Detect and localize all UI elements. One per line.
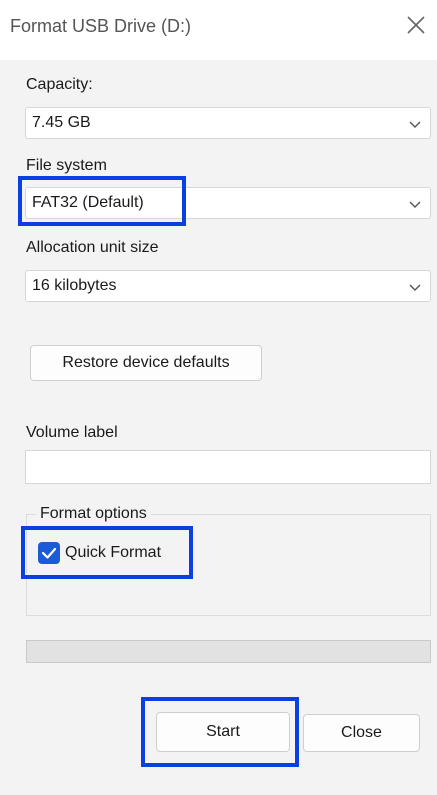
- quick-format-checkbox[interactable]: [38, 542, 60, 564]
- file-system-value: FAT32 (Default): [32, 194, 144, 211]
- restore-defaults-button[interactable]: Restore device defaults: [30, 345, 262, 381]
- format-options-title: Format options: [36, 505, 151, 523]
- checkmark-icon: [41, 547, 57, 559]
- allocation-label: Allocation unit size: [26, 239, 159, 256]
- format-progress-bar: [26, 640, 431, 663]
- allocation-value: 16 kilobytes: [32, 277, 117, 294]
- format-options-group: [26, 514, 431, 616]
- file-system-label: File system: [26, 157, 107, 174]
- close-button[interactable]: Close: [303, 714, 420, 752]
- volume-label-input[interactable]: [25, 450, 431, 484]
- close-icon[interactable]: [405, 14, 427, 36]
- volume-label: Volume label: [26, 424, 118, 441]
- capacity-select[interactable]: 7.45 GB: [25, 107, 431, 139]
- restore-defaults-label: Restore device defaults: [62, 354, 230, 371]
- start-button[interactable]: Start: [156, 712, 290, 752]
- chevron-down-icon: [409, 121, 421, 128]
- title-bar: Format USB Drive (D:): [0, 0, 437, 60]
- window-title: Format USB Drive (D:): [10, 16, 192, 36]
- quick-format-label: Quick Format: [65, 544, 162, 561]
- capacity-label: Capacity:: [26, 76, 93, 93]
- chevron-down-icon: [409, 201, 421, 208]
- file-system-select[interactable]: FAT32 (Default): [25, 187, 431, 219]
- allocation-select[interactable]: 16 kilobytes: [25, 270, 431, 302]
- start-button-label: Start: [206, 723, 240, 740]
- close-button-label: Close: [341, 724, 382, 741]
- format-dialog: Format USB Drive (D:) Capacity: 7.45 GB …: [0, 0, 437, 795]
- chevron-down-icon: [409, 284, 421, 291]
- capacity-value: 7.45 GB: [32, 114, 91, 131]
